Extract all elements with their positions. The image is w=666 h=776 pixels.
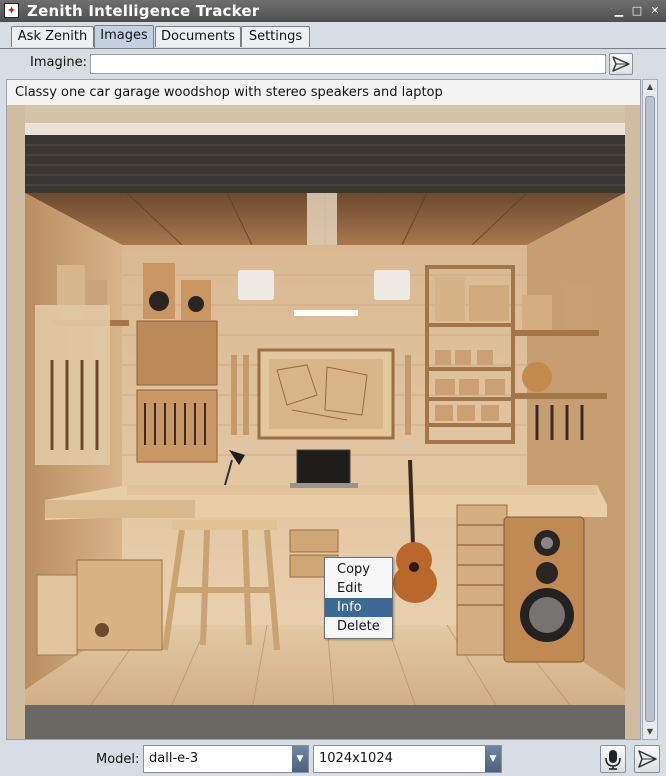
app-icon: ✦ [4,3,19,18]
image-context-menu: Copy Edit Info Delete [324,557,393,639]
model-select-value: dall-e-3 [149,751,199,766]
send-button[interactable] [634,745,660,773]
menu-item-copy[interactable]: Copy [325,560,392,579]
scroll-up-icon[interactable]: ▲ [643,80,657,94]
tab-bar: Ask Zenith Images Documents Settings [0,22,666,49]
send-icon [638,750,657,768]
microphone-icon [605,750,621,770]
title-bar: ✦ Zenith Intelligence Tracker ▁ □ ✕ [0,0,666,22]
image-prompt-text: Classy one car garage woodshop with ster… [15,85,443,100]
window-title: Zenith Intelligence Tracker [27,2,260,20]
tab-documents[interactable]: Documents [155,26,241,47]
scroll-down-icon[interactable]: ▼ [643,725,657,739]
tab-images[interactable]: Images [94,25,154,48]
microphone-button[interactable] [600,745,626,773]
image-results-panel: Classy one car garage woodshop with ster… [6,79,641,740]
minimize-icon[interactable]: ▁ [612,3,626,19]
imagine-label: Imagine: [30,55,87,70]
menu-item-edit[interactable]: Edit [325,579,392,598]
vertical-scrollbar[interactable]: ▲ ▼ [642,79,658,740]
model-select[interactable]: dall-e-3 ▼ [143,745,309,773]
tab-settings[interactable]: Settings [241,26,310,47]
size-select[interactable]: 1024x1024 ▼ [313,745,502,773]
close-icon[interactable]: ✕ [648,3,662,19]
generated-woodshop-image[interactable] [7,105,640,739]
scroll-thumb[interactable] [645,96,655,722]
chevron-down-icon[interactable]: ▼ [485,746,501,772]
maximize-icon[interactable]: □ [630,3,644,19]
size-select-value: 1024x1024 [319,751,393,766]
imagine-input[interactable] [90,54,606,74]
model-label: Model: [96,752,140,767]
send-icon [612,56,630,72]
menu-item-delete[interactable]: Delete [325,617,392,636]
menu-item-info[interactable]: Info [325,598,392,617]
tab-divider [0,48,666,49]
chevron-down-icon[interactable]: ▼ [292,746,308,772]
tab-ask-zenith[interactable]: Ask Zenith [11,26,94,47]
imagine-send-button[interactable] [609,53,633,75]
